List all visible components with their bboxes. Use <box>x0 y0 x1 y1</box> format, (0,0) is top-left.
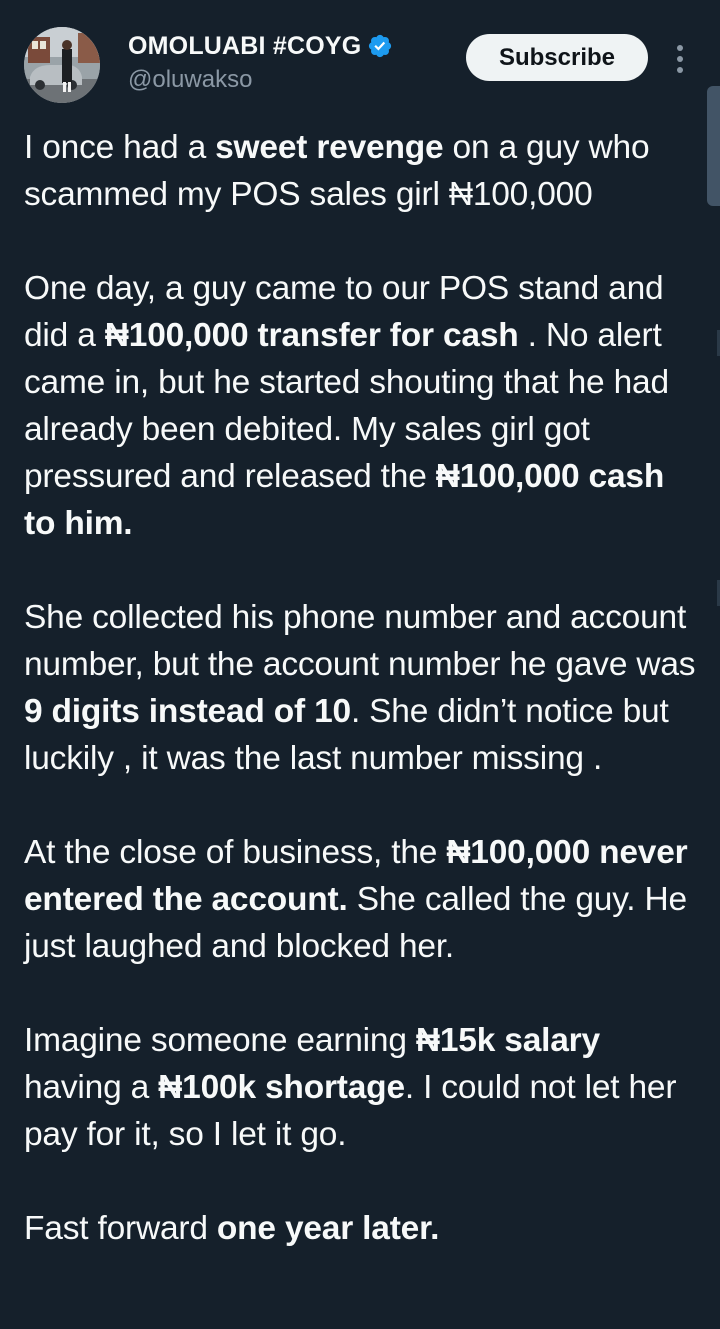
tweet-paragraph: One day, a guy came to our POS stand and… <box>24 265 704 547</box>
tweet-paragraph: At the close of business, the ₦100,000 n… <box>24 829 704 970</box>
avatar-photo <box>24 27 100 103</box>
author-handle[interactable]: @oluwakso <box>128 66 252 94</box>
bold-text-run: 9 digits instead of 10 <box>24 693 351 730</box>
text-run: She collected his phone number and accou… <box>24 599 696 683</box>
text-run: Imagine someone earning <box>24 1022 416 1059</box>
scrollbar-thumb[interactable] <box>707 86 720 206</box>
text-run: Fast forward <box>24 1210 217 1247</box>
text-run: having a <box>24 1069 159 1106</box>
bold-text-run: ₦100,000 transfer for cash <box>104 317 519 354</box>
tweet-paragraph: Imagine someone earning ₦15k salary havi… <box>24 1017 704 1158</box>
subscribe-button[interactable]: Subscribe <box>466 34 648 81</box>
text-run: At the close of business, the <box>24 834 447 871</box>
tweet-paragraph: She collected his phone number and accou… <box>24 594 704 782</box>
tweet-text: I once had a sweet revenge on a guy who … <box>24 124 704 1252</box>
more-vertical-icon[interactable] <box>670 42 690 76</box>
tweet-paragraph: Fast forward one year later. <box>24 1205 704 1252</box>
verified-badge-icon <box>369 34 392 58</box>
text-run: I once had a <box>24 129 216 166</box>
tweet-header: OMOLUABI #COYG @oluwakso Subscribe <box>0 0 720 120</box>
tweet-paragraph: I once had a sweet revenge on a guy who … <box>24 124 704 218</box>
author-name-row[interactable]: OMOLUABI #COYG <box>128 30 393 62</box>
bold-text-run: one year later. <box>216 1210 440 1247</box>
bold-text-run: ₦15k salary <box>415 1022 600 1059</box>
bold-text-run: sweet revenge <box>215 129 444 166</box>
author-avatar[interactable] <box>24 27 100 103</box>
bold-text-run: ₦100k shortage <box>158 1069 405 1106</box>
author-display-name[interactable]: OMOLUABI #COYG <box>128 32 361 61</box>
